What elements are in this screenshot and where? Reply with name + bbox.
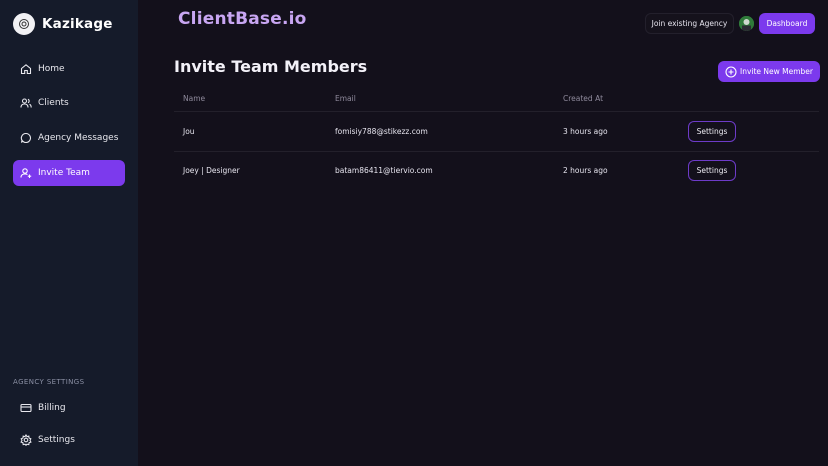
message-icon	[19, 132, 32, 145]
sidebar-item-home[interactable]: Home	[13, 56, 125, 82]
user-plus-icon	[19, 167, 32, 180]
brand-name: Kazikage	[42, 16, 113, 32]
sidebar-item-label: Agency Messages	[38, 133, 119, 143]
row-divider	[174, 111, 819, 112]
gear-icon	[19, 434, 32, 447]
invite-new-member-label: Invite New Member	[739, 67, 814, 76]
credit-card-icon	[19, 402, 32, 415]
column-header-created-at: Created At	[563, 94, 604, 103]
sidebar-item-label: Settings	[38, 435, 75, 445]
invite-new-member-button[interactable]: Invite New Member	[718, 61, 820, 82]
app-title: ClientBase.io	[178, 9, 307, 29]
sidebar-item-label: Home	[38, 64, 65, 74]
brand[interactable]: Kazikage	[13, 13, 113, 35]
plus-circle-icon	[725, 65, 737, 78]
sidebar-item-label: Invite Team	[38, 168, 90, 178]
home-icon	[19, 63, 32, 76]
section-label-agency-settings: AGENCY SETTINGS	[13, 378, 85, 386]
row-settings-button[interactable]: Settings	[688, 121, 736, 142]
sidebar: Kazikage Home Clients Agency Messages In…	[0, 0, 138, 466]
row-settings-button[interactable]: Settings	[688, 160, 736, 181]
cell-created-at: 3 hours ago	[563, 127, 608, 136]
sidebar-item-agency-messages[interactable]: Agency Messages	[13, 125, 125, 151]
cell-created-at: 2 hours ago	[563, 166, 608, 175]
sidebar-item-label: Billing	[38, 403, 66, 413]
sidebar-item-invite-team[interactable]: Invite Team	[13, 160, 125, 186]
dashboard-button[interactable]: Dashboard	[759, 13, 815, 34]
cell-email: fomisiy788@stikezz.com	[335, 127, 428, 136]
column-header-email: Email	[335, 94, 356, 103]
row-divider	[174, 151, 819, 152]
sidebar-item-settings[interactable]: Settings	[13, 427, 125, 453]
page-title: Invite Team Members	[174, 57, 368, 76]
avatar[interactable]	[739, 16, 754, 31]
sidebar-item-clients[interactable]: Clients	[13, 90, 125, 116]
sidebar-item-billing[interactable]: Billing	[13, 395, 125, 421]
brand-logo-icon	[13, 13, 35, 35]
cell-name: Joey | Designer	[183, 166, 240, 175]
users-icon	[19, 97, 32, 110]
cell-name: Jou	[183, 127, 195, 136]
column-header-name: Name	[183, 94, 206, 103]
sidebar-item-label: Clients	[38, 98, 69, 108]
join-agency-button[interactable]: Join existing Agency	[645, 13, 734, 34]
cell-email: batam86411@tiervio.com	[335, 166, 433, 175]
